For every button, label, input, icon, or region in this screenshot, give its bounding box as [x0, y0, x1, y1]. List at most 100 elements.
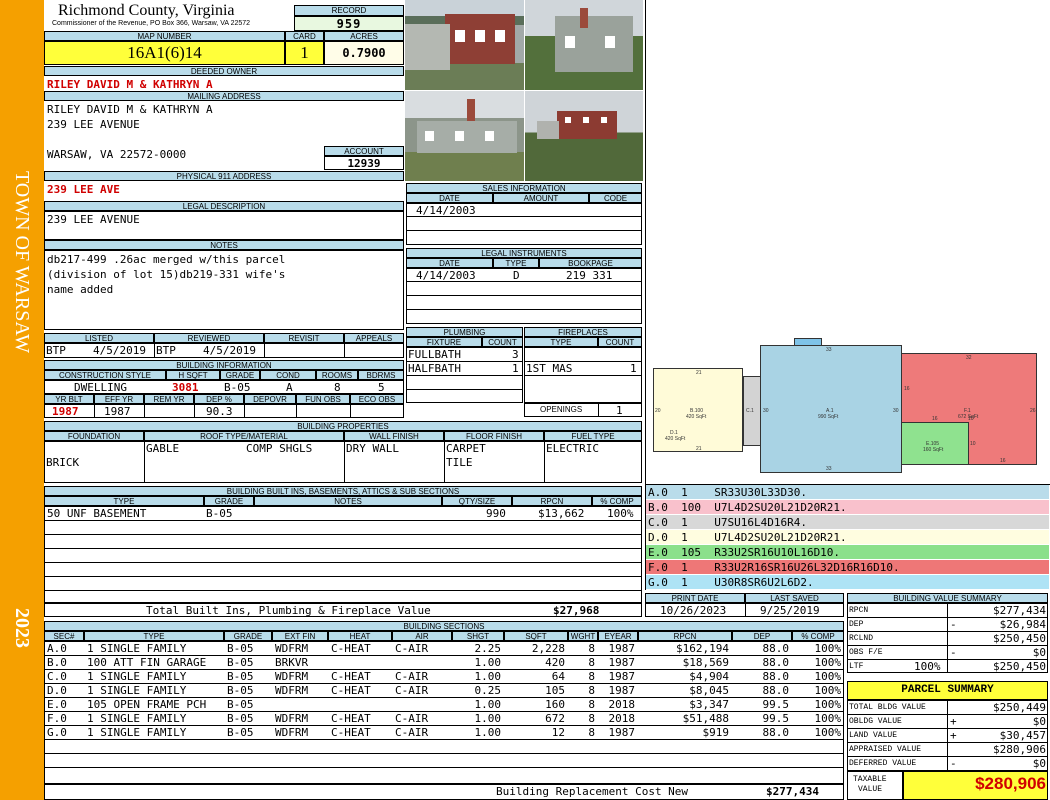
- mailing-header: MAILING ADDRESS: [44, 91, 404, 101]
- last-saved-header: LAST SAVED: [745, 593, 844, 603]
- section-cell-shgt: 0.25: [474, 684, 502, 697]
- bvs-rpcn-label: RPCN: [849, 606, 869, 615]
- bdrms-header: BDRMS: [358, 370, 404, 380]
- section-cell-sec: B.0: [47, 656, 67, 669]
- deeded-owner: RILEY DAVID M & KATHRYN A: [47, 78, 213, 91]
- section-cell-sqft: 160: [545, 698, 565, 711]
- bvs-ltf-label: LTF: [849, 662, 864, 671]
- bvs-dep-label: DEP: [849, 620, 864, 629]
- dim-10-b: 10: [968, 416, 974, 422]
- sections-header: BUILDING SECTIONS: [44, 621, 844, 631]
- segment-row: D.0 1 U7L4D2SU20L21D20R21.: [646, 530, 1049, 545]
- section-cell-dep: 99.5: [762, 698, 790, 711]
- builtin-qty: 990: [486, 507, 506, 520]
- section-cell-sqft: 12: [551, 726, 565, 739]
- sections-air-header: AIR: [392, 631, 452, 641]
- sketch-area-a: 990 SqFt: [818, 414, 839, 420]
- section-cell-sec: A.0: [47, 642, 67, 655]
- builtins-total-value: $27,968: [553, 604, 600, 617]
- section-cell-eyear: 1987: [608, 656, 636, 669]
- instrument-bookpage: 219 331: [566, 269, 613, 282]
- halfbath-count: 1: [512, 362, 519, 375]
- section-cell-wght: 8: [588, 642, 595, 655]
- section-cell-sqft: 420: [545, 656, 565, 669]
- construction-style: DWELLING: [74, 381, 127, 394]
- section-cell-shgt: 2.25: [474, 642, 502, 655]
- section-cell-extfin: WDFRM: [275, 726, 309, 739]
- parcel-summary-header: PARCEL SUMMARY: [847, 681, 1048, 700]
- section-cell-rpcn: $3,347: [689, 698, 729, 711]
- taxable-value: $280,906: [975, 774, 1046, 793]
- fireplace-type: 1ST MAS: [526, 362, 573, 375]
- section-cell-rpcn: $4,904: [689, 670, 729, 683]
- fireplaces-header: FIREPLACES: [524, 327, 642, 337]
- section-cell-shgt: 1.00: [474, 670, 502, 683]
- funobs-header: FUN OBS: [296, 394, 350, 404]
- parcel-row-label: TOTAL BLDG VALUE: [849, 703, 926, 712]
- section-cell-rpcn: $919: [702, 726, 730, 739]
- section-cell-type: 100 ATT FIN GARAGE: [87, 656, 207, 669]
- section-cell-sec: G.0: [47, 726, 67, 739]
- section-cell-heat: C-HEAT: [331, 642, 371, 655]
- bvs-rpcn-value: $277,434: [993, 604, 1046, 617]
- section-cell-grade: B-05: [227, 712, 254, 725]
- section-cell-grade: B-05: [227, 726, 254, 739]
- building-cond: A: [286, 381, 293, 394]
- sales-amount-header: AMOUNT: [493, 193, 589, 203]
- section-cell-shgt: 1.00: [474, 726, 502, 739]
- parcel-row-label: OBLDG VALUE: [849, 717, 902, 726]
- bvs-dep-value: $26,984: [999, 618, 1046, 631]
- section-cell-extfin: BRKVR: [275, 656, 309, 669]
- fullbath-count: 3: [512, 348, 519, 361]
- section-cell-rpcn: $51,488: [682, 712, 729, 725]
- style-header: CONSTRUCTION STYLE: [44, 370, 166, 380]
- roof-material: COMP SHGLS: [246, 442, 313, 455]
- section-cell-type: 105 OPEN FRAME PCH: [87, 698, 207, 711]
- parcel-row-value: $30,457: [999, 729, 1046, 742]
- sections-wght-header: WGHT: [568, 631, 598, 641]
- section-cell-wght: 8: [588, 670, 595, 683]
- dim-16-b: 16: [932, 416, 938, 422]
- section-cell-eyear: 1987: [608, 726, 636, 739]
- section-cell-type: 1 SINGLE FAMILY: [87, 726, 187, 739]
- hsqft-header: H SQFT: [166, 370, 220, 380]
- dim-16: 16: [904, 386, 910, 392]
- account-header: ACCOUNT: [324, 146, 404, 156]
- bvs-ltf-pct: 100%: [914, 660, 941, 673]
- fixture-header: FIXTURE: [406, 337, 482, 347]
- wall-header: WALL FINISH: [344, 431, 444, 441]
- house-photo-3: [405, 91, 524, 181]
- legal-header: LEGAL DESCRIPTION: [44, 201, 404, 211]
- parcel-row-sign: +: [950, 715, 957, 728]
- dim-30-right: 30: [893, 408, 899, 414]
- reviewed-date: 4/5/2019: [203, 344, 256, 357]
- plumbing-header: PLUMBING: [406, 327, 523, 337]
- sections-dep-header: DEP: [732, 631, 792, 641]
- mailing-line1: RILEY DAVID M & KATHRYN A: [47, 103, 213, 116]
- section-cell-heat: C-HEAT: [331, 726, 371, 739]
- house-photo-4: [525, 91, 643, 181]
- section-cell-sqft: 64: [551, 670, 565, 683]
- section-cell-sec: F.0: [47, 712, 67, 725]
- builtins-qty-header: QTY/SIZE: [442, 496, 512, 506]
- print-date-header: PRINT DATE: [645, 593, 745, 603]
- section-cell-grade: B-05: [227, 670, 254, 683]
- sections-type-header: TYPE: [84, 631, 224, 641]
- builtins-grade-header: GRADE: [204, 496, 254, 506]
- roof-type: GABLE: [146, 442, 180, 455]
- sketch-area-e: 160 SqFt: [923, 447, 944, 453]
- depovr-header: DEPOVR: [244, 394, 296, 404]
- floor-finish-1: CARPET: [446, 442, 486, 455]
- segment-row: G.0 1 U30R8SR6U2L6D2.: [646, 575, 1049, 590]
- section-cell-type: 1 SINGLE FAMILY: [87, 642, 187, 655]
- builtins-type-header: TYPE: [44, 496, 204, 506]
- builtins-header: BUILDING BUILT INS, BASEMENTS, ATTICS & …: [44, 486, 642, 496]
- sections-total-value: $277,434: [766, 785, 819, 798]
- notes-line1: db217-499 .26ac merged w/this parcel: [47, 253, 286, 266]
- section-cell-extfin: WDFRM: [275, 684, 309, 697]
- reviewed-header: REVIEWED: [154, 333, 264, 343]
- dep-percent: 90.3: [206, 405, 233, 418]
- section-cell-sqft: 2,228: [531, 642, 565, 655]
- section-cell-extfin: WDFRM: [275, 642, 309, 655]
- section-cell-air: C-AIR: [395, 670, 429, 683]
